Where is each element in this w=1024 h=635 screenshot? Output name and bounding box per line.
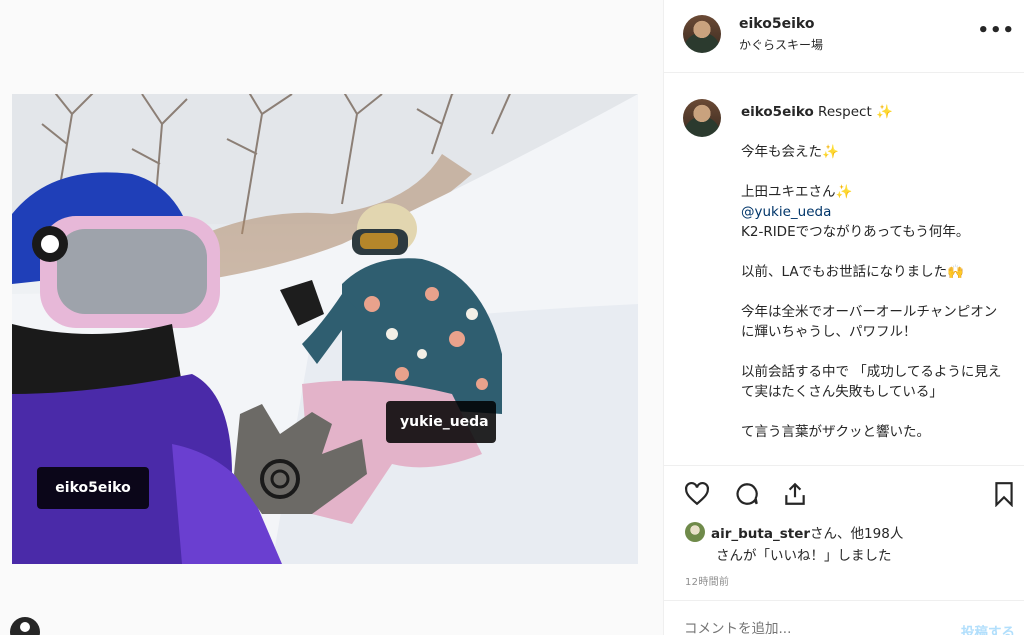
location-link[interactable]: かぐらスキー場 [739,36,823,53]
caption-line: 今年も会えた✨ [741,144,839,160]
likes-count[interactable]: さん、他198人 [810,526,903,542]
caption-line: 今年は全米でオーバーオールチャンピオン [741,304,998,320]
caption-line: 以前会話する中で 「成功してるように見え [741,364,1002,380]
heart-icon[interactable] [684,481,714,511]
post-header: eiko5eiko かぐらスキー場 ••• [664,0,1024,73]
caption-line: て実はたくさん失敗もしている」 [741,384,943,400]
more-dots-icon[interactable]: ••• [977,20,1015,41]
caption-line: 以前、LAでもお世話になりました🙌 [741,264,964,280]
post-timestamp[interactable]: 12時間前 [685,573,729,588]
liker-avatar[interactable] [685,522,705,542]
action-bar [664,468,1024,518]
tagged-people-icon[interactable] [10,617,40,635]
caption-text: eiko5eiko Respect ✨ 今年も会えた✨ 上田ユキエさん✨ @yu… [741,102,1023,442]
caption-line [741,282,1023,302]
post-sidebar: eiko5eiko かぐらスキー場 ••• eiko5eiko Respect … [663,0,1024,635]
mention-link[interactable]: @yukie_ueda [741,202,1023,222]
caption-line [741,162,1023,182]
author-username[interactable]: eiko5eiko [739,16,814,32]
comment-box: 投稿する [664,600,1024,635]
media-pane: eiko5eiko yukie_ueda [0,0,663,635]
caption-line: K2-RIDEでつながりあってもう何年。 [741,224,970,240]
caption-line [741,122,1023,142]
likes-summary: air_buta_sterさん、他198人 さんが「いいね！」しました [685,522,1015,567]
caption-line: に輝いちゃうし、パワフル！ [741,324,917,340]
caption-first-line: eiko5eiko Respect ✨ [741,102,1023,122]
author-avatar[interactable] [683,15,721,53]
comment-icon[interactable] [734,481,764,511]
caption-line [741,402,1023,422]
post-comment-button[interactable]: 投稿する [961,621,1015,635]
caption-author-avatar[interactable] [683,99,721,137]
share-icon[interactable] [782,481,812,511]
post-photo[interactable]: eiko5eiko yukie_ueda [12,94,638,564]
comment-input[interactable] [684,621,934,635]
user-tag-yukie-ueda[interactable]: yukie_ueda [386,401,496,443]
caption-line [741,242,1023,262]
caption-area: eiko5eiko Respect ✨ 今年も会えた✨ 上田ユキエさん✨ @yu… [664,74,1024,466]
caption-username[interactable]: eiko5eiko [741,104,814,120]
user-tag-eiko5eiko[interactable]: eiko5eiko [37,467,149,509]
caption-line: 上田ユキエさん✨ [741,184,853,200]
caption-line [741,342,1023,362]
caption-title: Respect ✨ [818,104,893,120]
liker-username[interactable]: air_buta_ster [711,526,810,542]
bookmark-icon[interactable] [991,481,1021,511]
likes-suffix: さんが「いいね！」しました [716,548,892,564]
caption-line: て言う言葉がザクッと響いた。 [741,424,930,440]
